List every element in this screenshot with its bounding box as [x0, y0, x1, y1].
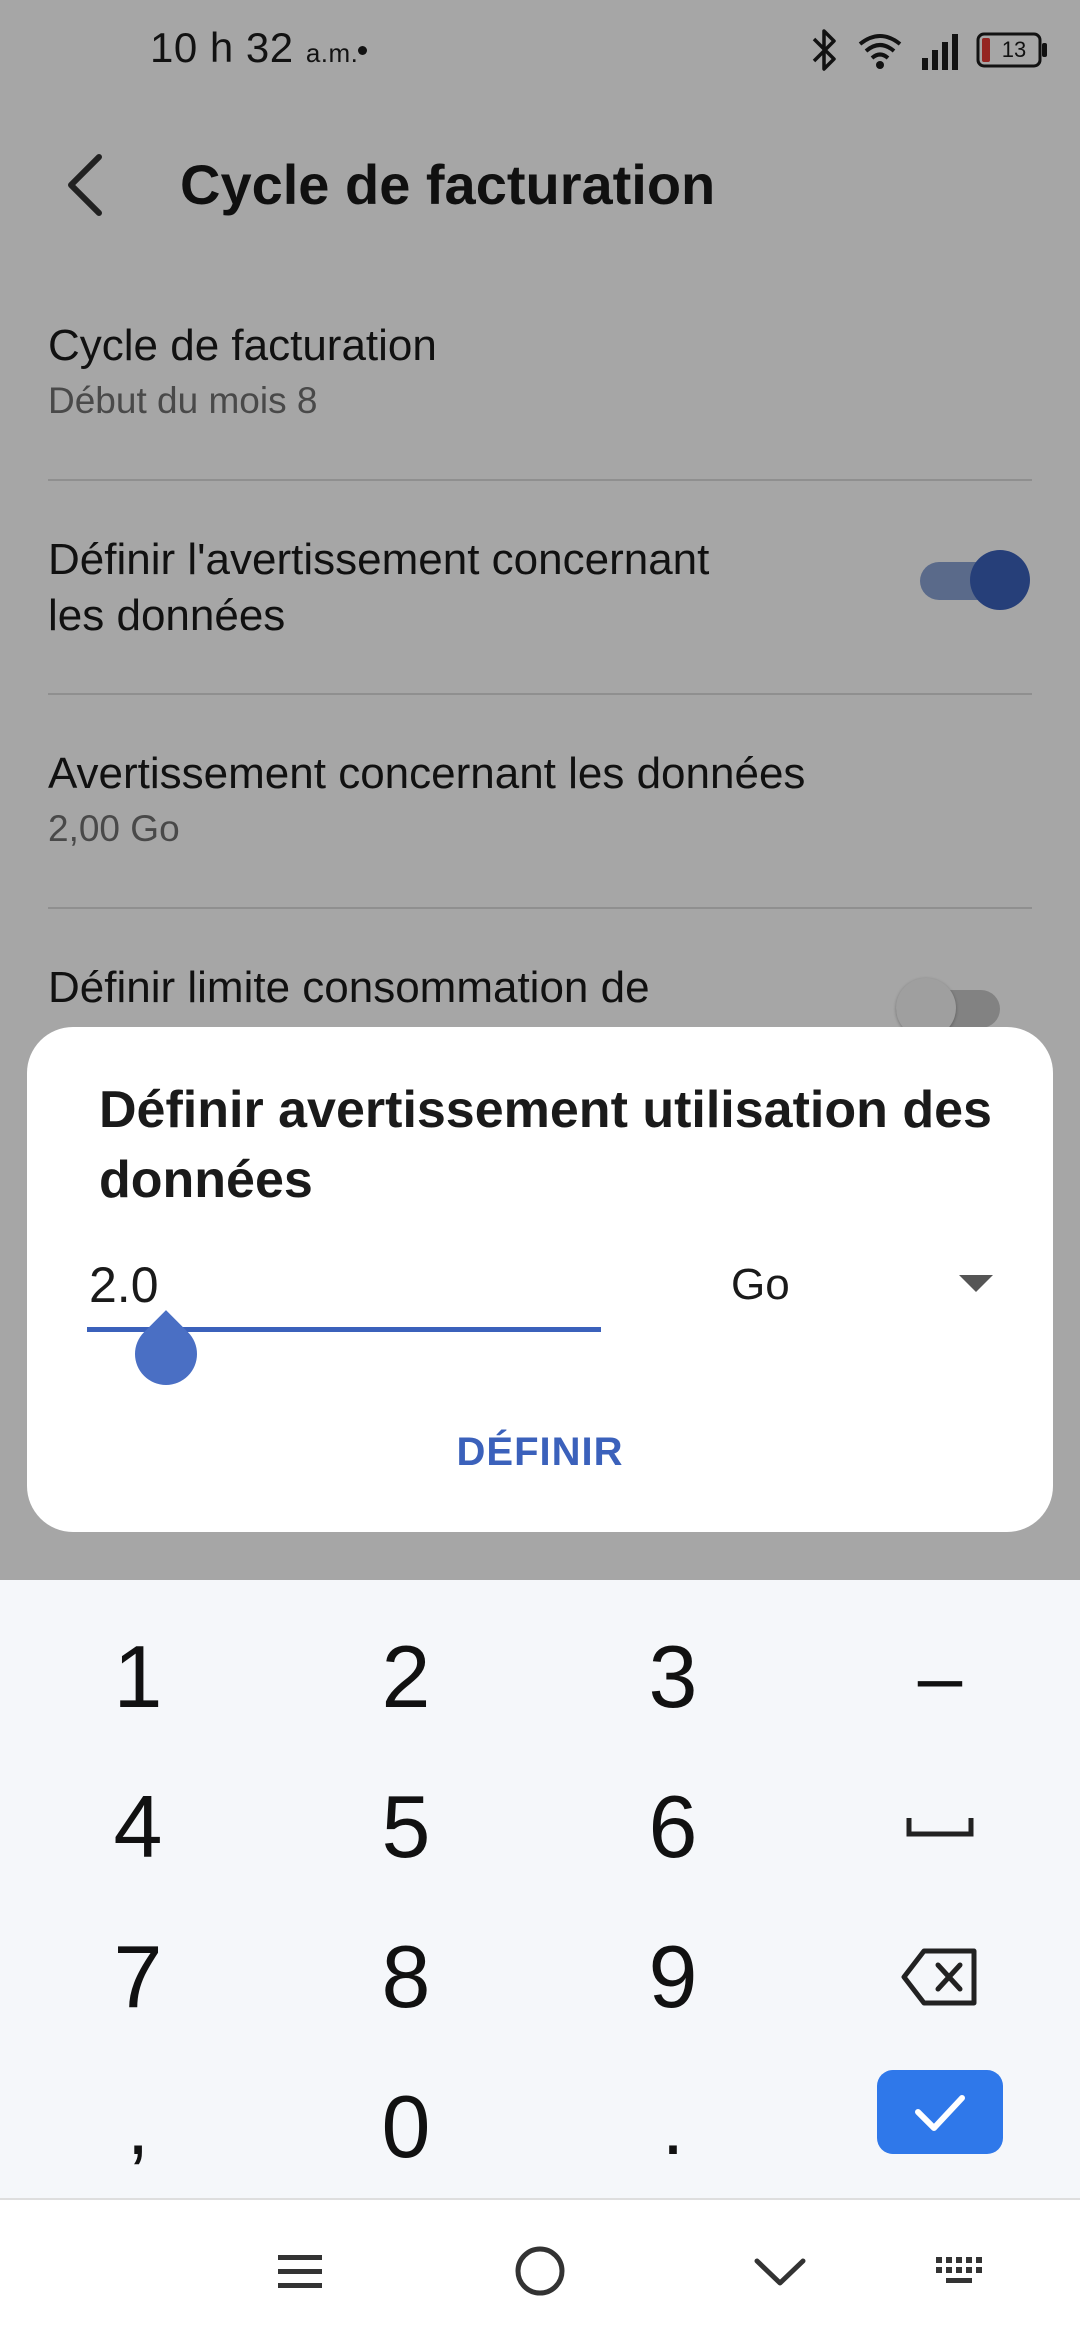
unit-dropdown[interactable]: Go [697, 1245, 1017, 1325]
cursor-handle[interactable] [122, 1310, 210, 1398]
key-8[interactable]: 8 [296, 1907, 516, 2047]
nav-menu-button[interactable] [240, 2226, 360, 2316]
checkmark-icon [915, 2095, 965, 2131]
key-7[interactable]: 7 [28, 1907, 248, 2047]
navigation-bar [0, 2198, 1080, 2340]
backspace-icon [901, 1948, 977, 2006]
space-icon [906, 1818, 974, 1837]
key-period[interactable]: . [563, 2057, 783, 2197]
key-confirm[interactable] [877, 2070, 1003, 2154]
key-5[interactable]: 5 [296, 1757, 516, 1897]
key-2[interactable]: 2 [296, 1607, 516, 1747]
home-circle-icon [515, 2246, 565, 2296]
key-6[interactable]: 6 [563, 1757, 783, 1897]
unit-dropdown-value: Go [731, 1260, 790, 1309]
nav-home-button[interactable] [480, 2226, 600, 2316]
data-warning-dialog: Définir avertissement utilisation des do… [27, 1027, 1053, 1532]
key-3[interactable]: 3 [563, 1607, 783, 1747]
define-button[interactable]: DÉFINIR [410, 1407, 670, 1497]
key-comma[interactable]: , [28, 2057, 248, 2197]
nav-keyboard-button[interactable] [900, 2226, 1020, 2316]
key-dash[interactable]: – [830, 1607, 1050, 1747]
key-backspace[interactable] [830, 1907, 1050, 2047]
keyboard-icon [936, 2257, 982, 2283]
numeric-keyboard: 1 2 3 – 4 5 6 7 8 9 , 0 . [0, 1580, 1080, 2198]
chevron-down-icon [754, 2258, 806, 2286]
key-1[interactable]: 1 [28, 1607, 248, 1747]
dialog-title: Définir avertissement utilisation des do… [99, 1081, 992, 1209]
menu-icon [278, 2255, 322, 2288]
key-0[interactable]: 0 [296, 2057, 516, 2197]
key-4[interactable]: 4 [28, 1757, 248, 1897]
dropdown-arrow-icon [959, 1275, 993, 1292]
nav-hide-keyboard-button[interactable] [720, 2226, 840, 2316]
key-9[interactable]: 9 [563, 1907, 783, 2047]
key-space[interactable] [830, 1757, 1050, 1897]
